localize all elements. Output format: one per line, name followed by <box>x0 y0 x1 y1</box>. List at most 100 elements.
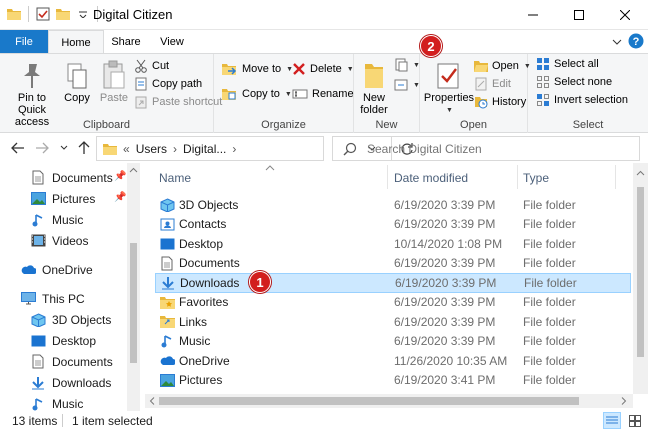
music-icon <box>30 212 46 228</box>
horizontal-scrollbar[interactable] <box>145 394 633 408</box>
nav-item-onedrive[interactable]: OneDrive <box>20 259 93 280</box>
ribbon-tabs: File Home Share View ? <box>0 30 648 54</box>
file-name: Pictures <box>159 372 222 388</box>
nav-item-this-pc[interactable]: This PC <box>20 288 85 309</box>
large-icons-view-button[interactable] <box>626 412 644 429</box>
maximize-button[interactable] <box>556 0 602 30</box>
delete-button[interactable]: Delete ▼ <box>292 60 354 78</box>
file-list-scrollbar[interactable] <box>633 163 648 394</box>
new-folder-quick-icon[interactable] <box>55 6 71 22</box>
expand-ribbon-button[interactable] <box>612 33 622 50</box>
open-button[interactable]: Open ▼ <box>474 57 531 75</box>
properties-quick-icon[interactable] <box>35 6 51 22</box>
pin-icon: 📌 <box>114 171 127 182</box>
recent-locations-button[interactable] <box>56 139 72 157</box>
table-row[interactable]: Downloads 6/19/2020 3:39 PM File folder <box>155 273 631 293</box>
breadcrumb-users[interactable]: Users <box>136 142 167 156</box>
file-date-modified: 6/19/2020 3:41 PM <box>394 373 496 388</box>
tab-share[interactable]: Share <box>104 30 148 54</box>
column-separator[interactable] <box>387 165 388 189</box>
overflow-chevrons[interactable]: « <box>123 142 130 156</box>
cut-button[interactable]: Cut <box>134 57 169 75</box>
delete-label: Delete <box>310 63 342 75</box>
new-folder-label-2: folder <box>360 104 388 116</box>
search-box[interactable] <box>332 136 640 161</box>
rename-button[interactable]: Rename <box>292 85 354 103</box>
edit-button[interactable]: Edit <box>474 75 511 93</box>
nav-item-documents-pc[interactable]: Documents <box>30 351 113 372</box>
nav-item-videos[interactable]: Videos <box>30 230 88 251</box>
new-group-label: New <box>375 119 398 131</box>
paste-shortcut-button[interactable]: Paste shortcut <box>134 93 222 111</box>
copy-icon <box>67 63 87 89</box>
tab-home[interactable]: Home <box>48 30 104 54</box>
properties-button[interactable]: Properties ▼ <box>422 56 476 117</box>
up-button[interactable] <box>76 139 92 157</box>
table-row[interactable]: Links 6/19/2020 3:39 PM File folder <box>155 312 631 332</box>
details-view-button[interactable] <box>603 412 621 429</box>
table-row[interactable]: OneDrive 11/26/2020 10:35 AM File folder <box>155 351 631 371</box>
history-button[interactable]: History <box>474 93 526 111</box>
table-row[interactable]: Pictures 6/19/2020 3:41 PM File folder <box>155 371 631 391</box>
nav-item-documents[interactable]: Documents <box>30 167 113 188</box>
scroll-left-arrow-icon[interactable] <box>147 394 157 408</box>
close-button[interactable] <box>602 0 648 30</box>
tab-view[interactable]: View <box>148 30 196 54</box>
select-all-button[interactable]: Select all <box>536 55 599 73</box>
easy-access-button[interactable]: ▼ <box>394 76 420 94</box>
new-item-button[interactable]: ▼ <box>394 56 420 74</box>
forward-button[interactable] <box>34 139 50 157</box>
scroll-up-arrow-icon[interactable] <box>633 167 648 179</box>
nav-item-pictures[interactable]: Pictures <box>30 188 95 209</box>
scroll-up-arrow-icon[interactable] <box>127 165 140 175</box>
cut-label: Cut <box>152 60 170 72</box>
nav-item-3d-objects[interactable]: 3D Objects <box>30 309 111 330</box>
breadcrumb-digital[interactable]: Digital... <box>183 142 226 156</box>
nav-item-music[interactable]: Music <box>30 209 83 230</box>
column-header-type[interactable]: Type <box>523 163 549 193</box>
nav-item-music-pc[interactable]: Music <box>30 393 83 411</box>
tab-file[interactable]: File <box>0 30 48 54</box>
file-type: File folder <box>523 334 576 349</box>
address-bar[interactable]: « Users › Digital... › <box>96 136 413 161</box>
table-row[interactable]: 3D Objects 6/19/2020 3:39 PM File folder <box>155 195 631 215</box>
nav-item-downloads[interactable]: Downloads <box>30 372 111 393</box>
help-button[interactable]: ? <box>628 33 644 52</box>
scroll-right-arrow-icon[interactable] <box>619 394 629 408</box>
column-separator[interactable] <box>615 165 616 189</box>
select-none-button[interactable]: Select none <box>536 73 612 91</box>
move-to-label: Move to <box>242 63 282 75</box>
nav-scrollbar[interactable] <box>127 163 140 411</box>
table-row[interactable]: Favorites 6/19/2020 3:39 PM File folder <box>155 293 631 313</box>
music-icon <box>159 333 175 349</box>
table-row[interactable]: Music 6/19/2020 3:39 PM File folder <box>155 332 631 352</box>
pin-to-quick-access-button[interactable]: Pin to Quick access <box>4 56 60 128</box>
new-folder-button[interactable]: New folder <box>356 56 392 116</box>
nav-scrollbar-thumb[interactable] <box>130 243 137 363</box>
copy-button[interactable]: Copy <box>62 56 92 104</box>
horizontal-scrollbar-thumb[interactable] <box>159 397 579 405</box>
customize-toolbar-icon[interactable] <box>75 6 91 22</box>
move-to-button[interactable]: Move to ▼ <box>222 60 293 78</box>
paste-button[interactable]: Paste <box>96 56 132 104</box>
search-input[interactable] <box>367 141 637 156</box>
copy-to-button[interactable]: Copy to ▼ <box>222 85 292 103</box>
rename-label: Rename <box>312 88 354 100</box>
table-row[interactable]: Desktop 10/14/2020 1:08 PM File folder <box>155 234 631 254</box>
nav-item-desktop[interactable]: Desktop <box>30 330 96 351</box>
file-type: File folder <box>523 295 576 310</box>
column-separator[interactable] <box>517 165 518 189</box>
file-list-scrollbar-thumb[interactable] <box>637 187 644 357</box>
copy-path-button[interactable]: Copy path <box>134 75 202 93</box>
column-header-name[interactable]: Name <box>159 163 191 193</box>
column-header-date-modified[interactable]: Date modified <box>394 163 468 193</box>
file-name: Links <box>159 314 207 330</box>
paste-icon <box>103 60 125 89</box>
table-row[interactable]: Documents 6/19/2020 3:39 PM File folder <box>155 254 631 274</box>
back-button[interactable] <box>10 139 26 157</box>
copy-label: Copy <box>64 92 90 104</box>
invert-selection-button[interactable]: Invert selection <box>536 91 628 109</box>
file-date-modified: 6/19/2020 3:39 PM <box>394 295 496 310</box>
minimize-button[interactable] <box>510 0 556 30</box>
table-row[interactable]: Contacts 6/19/2020 3:39 PM File folder <box>155 215 631 235</box>
